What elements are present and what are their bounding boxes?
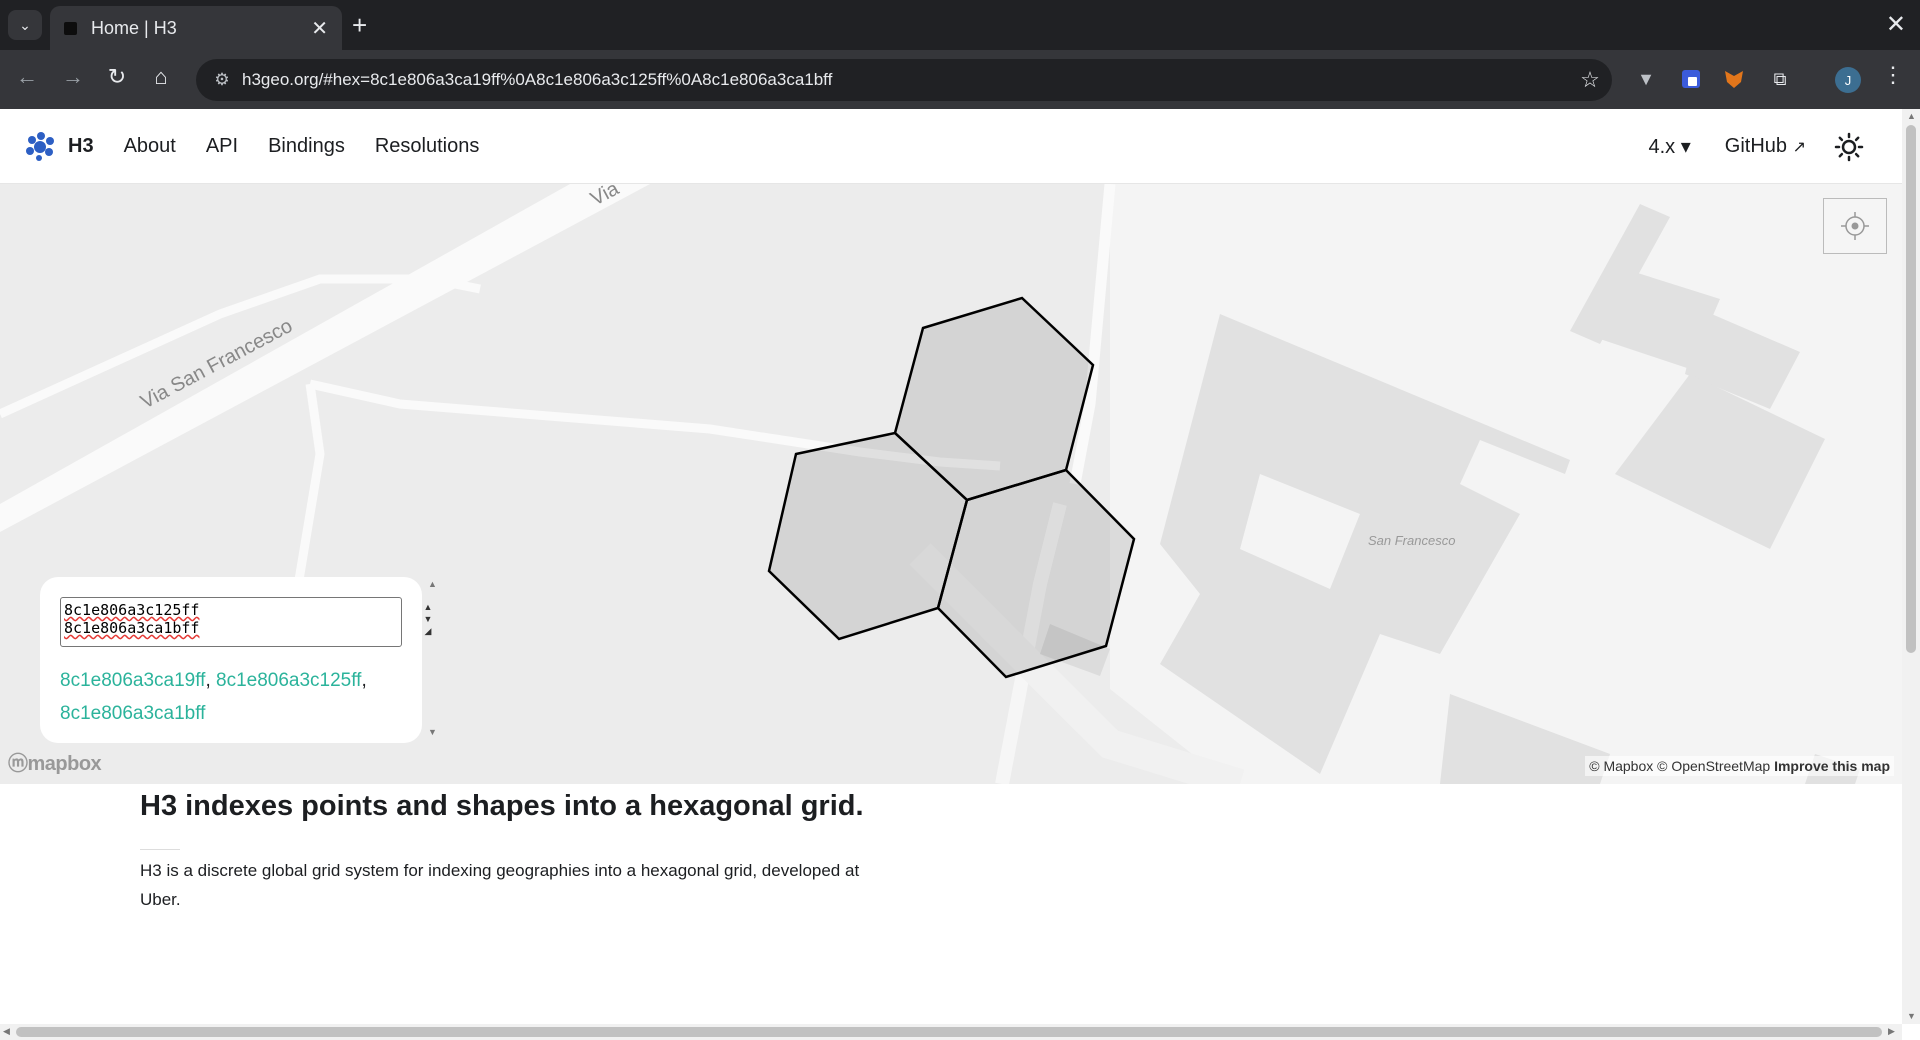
- web-page: H3 About API Bindings Resolutions 4.x ▾ …: [0, 109, 1902, 1024]
- browser-toolbar: ← → ↻ ⌂ ⚙ h3geo.org/#hex=8c1e806a3ca19ff…: [0, 50, 1920, 109]
- browser-tab-bar: ⌄ Home | H3 ✕ + ✕: [0, 0, 1920, 50]
- github-link[interactable]: GitHub ↗: [1725, 135, 1806, 158]
- browser-tab[interactable]: Home | H3 ✕: [50, 6, 342, 50]
- crosshair-icon: [1841, 212, 1869, 240]
- map-attribution: © Mapbox © OpenStreetMap Improve this ma…: [1585, 756, 1894, 776]
- nav-api[interactable]: API: [206, 135, 238, 158]
- page-horizontal-scrollbar[interactable]: ◀ ▶: [0, 1024, 1902, 1040]
- forward-icon[interactable]: →: [58, 64, 88, 90]
- brand-link[interactable]: H3: [24, 130, 94, 162]
- hexagon-overlay[interactable]: [767, 296, 1136, 679]
- scroll-up-icon[interactable]: ▲: [428, 579, 437, 589]
- bookmark-star-icon[interactable]: ☆: [1568, 67, 1612, 93]
- hex-link[interactable]: 8c1e806a3c125ff: [216, 670, 361, 691]
- close-window-icon[interactable]: ✕: [1886, 10, 1906, 39]
- browser-menu-icon[interactable]: ⋮: [1882, 62, 1904, 88]
- caret-down-icon: ▾: [1680, 136, 1691, 158]
- mapbox-logo-text: mapbox: [27, 753, 102, 775]
- reload-icon[interactable]: ↻: [102, 64, 132, 90]
- hex-input-textarea[interactable]: [60, 597, 402, 647]
- scroll-down-icon[interactable]: ▼: [428, 727, 437, 737]
- favicon-icon: [64, 21, 77, 35]
- map-canvas[interactable]: Via San Francesco Via San Francesco ▲: [0, 184, 1902, 784]
- hex-link[interactable]: 8c1e806a3ca1bff: [60, 703, 205, 724]
- nav-resolutions[interactable]: Resolutions: [375, 135, 480, 158]
- mapbox-logo[interactable]: ⓜmapbox: [8, 747, 102, 776]
- address-bar[interactable]: ⚙ h3geo.org/#hex=8c1e806a3ca19ff%0A8c1e8…: [196, 59, 1612, 101]
- attribution-mapbox[interactable]: © Mapbox: [1589, 758, 1653, 774]
- place-label: San Francesco: [1368, 533, 1455, 548]
- external-link-icon: ↗: [1792, 139, 1806, 156]
- version-label: 4.x: [1648, 136, 1676, 158]
- close-tab-icon[interactable]: ✕: [311, 16, 328, 41]
- intro-paragraph: H3 is a discrete global grid system for …: [140, 861, 860, 909]
- profile-avatar[interactable]: J: [1835, 67, 1861, 93]
- home-icon[interactable]: ⌂: [146, 64, 176, 90]
- tab-title: Home | H3: [91, 17, 177, 38]
- extension-v-icon[interactable]: ▼: [1632, 65, 1660, 93]
- version-dropdown[interactable]: 4.x ▾: [1648, 134, 1690, 159]
- extensions-puzzle-icon[interactable]: ⧉: [1766, 65, 1794, 93]
- url-text[interactable]: h3geo.org/#hex=8c1e806a3ca19ff%0A8c1e806…: [242, 70, 1568, 90]
- scroll-down-icon[interactable]: ▼: [1907, 1011, 1916, 1021]
- hexagon-8c1e806a3ca1bff: [936, 468, 1136, 679]
- geolocate-button[interactable]: [1823, 198, 1887, 254]
- nav-about[interactable]: About: [124, 135, 176, 158]
- brand-name: H3: [68, 134, 94, 157]
- new-tab-icon[interactable]: +: [352, 10, 367, 40]
- site-info-icon[interactable]: ⚙: [202, 70, 242, 90]
- hex-input-panel: ▲▼◢ 8c1e806a3ca19ff, 8c1e806a3c125ff, 8c…: [40, 577, 432, 743]
- nav-bindings[interactable]: Bindings: [268, 135, 345, 158]
- theme-toggle-sun-icon[interactable]: [1834, 132, 1864, 162]
- divider: [140, 849, 180, 850]
- intro-heading: H3 indexes points and shapes into a hexa…: [140, 790, 864, 822]
- scroll-thumb[interactable]: [1906, 125, 1916, 653]
- intro-section: H3 indexes points and shapes into a hexa…: [140, 790, 900, 914]
- h3-logo-icon: [26, 132, 54, 161]
- improve-map-link[interactable]: Improve this map: [1774, 758, 1890, 774]
- tab-search-icon[interactable]: ⌄: [8, 10, 42, 40]
- mapbox-mark-icon: ⓜ: [8, 753, 28, 775]
- extension-fox-icon[interactable]: [1720, 65, 1748, 93]
- scroll-left-icon[interactable]: ◀: [3, 1026, 10, 1037]
- attribution-osm[interactable]: © OpenStreetMap: [1657, 758, 1770, 774]
- hex-link[interactable]: 8c1e806a3ca19ff: [60, 670, 205, 691]
- page-vertical-scrollbar[interactable]: ▲ ▼: [1902, 109, 1920, 1024]
- github-label: GitHub: [1724, 135, 1788, 157]
- site-navbar: H3 About API Bindings Resolutions 4.x ▾ …: [0, 109, 1902, 184]
- panel-scrollbar[interactable]: ▲ ▼: [428, 577, 440, 743]
- scroll-up-icon[interactable]: ▲: [1907, 111, 1916, 121]
- back-icon[interactable]: ←: [12, 64, 42, 90]
- hex-link-list: 8c1e806a3ca19ff, 8c1e806a3c125ff, 8c1e80…: [60, 670, 367, 724]
- extension-shield-icon[interactable]: [1677, 65, 1705, 93]
- scroll-thumb[interactable]: [16, 1027, 1882, 1037]
- scroll-right-icon[interactable]: ▶: [1888, 1026, 1895, 1037]
